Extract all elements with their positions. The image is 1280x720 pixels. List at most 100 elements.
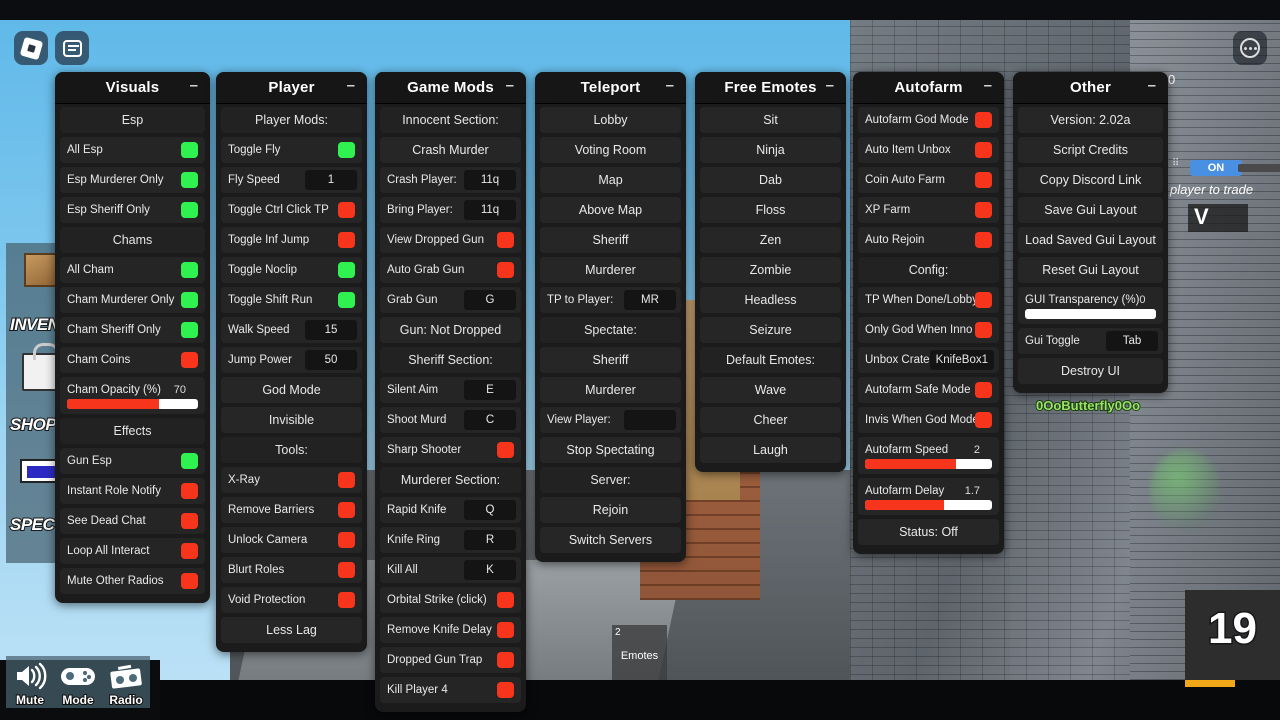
input-row-walk-speed[interactable]: Walk Speed 15 xyxy=(221,317,362,343)
chat-icon[interactable] xyxy=(55,31,89,65)
button-rejoin[interactable]: Rejoin xyxy=(540,497,681,523)
toggle-switch-toggle-noclip[interactable] xyxy=(338,262,355,278)
button-destroy-ui[interactable]: Destroy UI xyxy=(1018,358,1163,384)
button-crash-murder[interactable]: Crash Murder xyxy=(380,137,521,163)
button-voting-room[interactable]: Voting Room xyxy=(540,137,681,163)
button-ninja[interactable]: Ninja xyxy=(700,137,841,163)
drag-handle-icon[interactable]: ⠿ xyxy=(1172,158,1179,172)
toggle-switch-remove-knife-delay[interactable] xyxy=(497,622,514,638)
toggle-row-mute-other-radios[interactable]: Mute Other Radios xyxy=(60,568,205,594)
slider-track[interactable] xyxy=(67,399,198,409)
toggle-row-auto-rejoin[interactable]: Auto Rejoin xyxy=(858,227,999,253)
toggle-row-cham-murderer-only[interactable]: Cham Murderer Only xyxy=(60,287,205,313)
toggle-switch-only-god-when-inno[interactable] xyxy=(975,322,992,338)
minimize-button[interactable]: – xyxy=(1148,78,1156,93)
button-invisible[interactable]: Invisible xyxy=(221,407,362,433)
button-laugh[interactable]: Laugh xyxy=(700,437,841,463)
button-dab[interactable]: Dab xyxy=(700,167,841,193)
button-load-saved-gui-layout[interactable]: Load Saved Gui Layout xyxy=(1018,227,1163,253)
radio-button[interactable]: Radio xyxy=(102,656,150,708)
section-innocent-section[interactable]: Innocent Section: xyxy=(380,107,521,133)
panel-header[interactable]: Visuals – xyxy=(55,72,210,104)
toggle-row-autofarm-safe-mode[interactable]: Autofarm Safe Mode xyxy=(858,377,999,403)
input-knife-ring[interactable]: R xyxy=(464,530,516,550)
toggle-row-invis-when-god-mode[interactable]: Invis When God Mode xyxy=(858,407,999,433)
toggle-switch-cham-murderer-only[interactable] xyxy=(181,292,198,308)
toggle-switch-tp-when-done-lobby[interactable] xyxy=(975,292,992,308)
button-headless[interactable]: Headless xyxy=(700,287,841,313)
toggle-switch-xp-farm[interactable] xyxy=(975,202,992,218)
section-default-emotes[interactable]: Default Emotes: xyxy=(700,347,841,373)
toggle-switch-loop-all-interact[interactable] xyxy=(181,543,198,559)
toggle-row-unlock-camera[interactable]: Unlock Camera xyxy=(221,527,362,553)
button-sheriff[interactable]: Sheriff xyxy=(540,227,681,253)
input-row-kill-all[interactable]: Kill All K xyxy=(380,557,521,583)
panel-header[interactable]: Teleport – xyxy=(535,72,686,104)
panel-header[interactable]: Autofarm – xyxy=(853,72,1004,104)
toggle-switch-orbital-strike-click[interactable] xyxy=(497,592,514,608)
toggle-row-kill-player-4[interactable]: Kill Player 4 xyxy=(380,677,521,703)
input-row-rapid-knife[interactable]: Rapid Knife Q xyxy=(380,497,521,523)
section-player-mods[interactable]: Player Mods: xyxy=(221,107,362,133)
toggle-row-toggle-shift-run[interactable]: Toggle Shift Run xyxy=(221,287,362,313)
toggle-switch-toggle-shift-run[interactable] xyxy=(338,292,355,308)
toggle-switch-toggle-fly[interactable] xyxy=(338,142,355,158)
toggle-switch-unlock-camera[interactable] xyxy=(338,532,355,548)
toggle-row-gun-esp[interactable]: Gun Esp xyxy=(60,448,205,474)
input-shoot-murd[interactable]: C xyxy=(464,410,516,430)
input-row-shoot-murd[interactable]: Shoot Murd C xyxy=(380,407,521,433)
button-sit[interactable]: Sit xyxy=(700,107,841,133)
toggle-switch-dropped-gun-trap[interactable] xyxy=(497,652,514,668)
slider-track[interactable] xyxy=(865,500,992,510)
button-wave[interactable]: Wave xyxy=(700,377,841,403)
toggle-switch-invis-when-god-mode[interactable] xyxy=(975,412,992,428)
input-row-jump-power[interactable]: Jump Power 50 xyxy=(221,347,362,373)
input-walk-speed[interactable]: 15 xyxy=(305,320,357,340)
toggle-switch-mute-other-radios[interactable] xyxy=(181,573,198,589)
input-gui-toggle[interactable]: Tab xyxy=(1106,331,1158,351)
toggle-switch-instant-role-notify[interactable] xyxy=(181,483,198,499)
input-row-tp-to-player[interactable]: TP to Player: MR xyxy=(540,287,681,313)
toggle-row-sharp-shooter[interactable]: Sharp Shooter xyxy=(380,437,521,463)
panel-header[interactable]: Free Emotes – xyxy=(695,72,846,104)
input-row-unbox-crate[interactable]: Unbox Crate: KnifeBox1 xyxy=(858,347,999,373)
toggle-row-autofarm-god-mode[interactable]: Autofarm God Mode xyxy=(858,107,999,133)
button-save-gui-layout[interactable]: Save Gui Layout xyxy=(1018,197,1163,223)
slider-track[interactable] xyxy=(1025,309,1156,319)
toggle-row-toggle-ctrl-click-tp[interactable]: Toggle Ctrl Click TP xyxy=(221,197,362,223)
button-murderer[interactable]: Murderer xyxy=(540,377,681,403)
button-zen[interactable]: Zen xyxy=(700,227,841,253)
input-silent-aim[interactable]: E xyxy=(464,380,516,400)
section-murderer-section[interactable]: Murderer Section: xyxy=(380,467,521,493)
toggle-switch-all-cham[interactable] xyxy=(181,262,198,278)
toggle-switch-cham-sheriff-only[interactable] xyxy=(181,322,198,338)
input-jump-power[interactable]: 50 xyxy=(305,350,357,370)
more-options-icon[interactable] xyxy=(1233,31,1267,65)
input-kill-all[interactable]: K xyxy=(464,560,516,580)
section-tools[interactable]: Tools: xyxy=(221,437,362,463)
toggle-row-esp-murderer-only[interactable]: Esp Murderer Only xyxy=(60,167,205,193)
toggle-row-remove-knife-delay[interactable]: Remove Knife Delay xyxy=(380,617,521,643)
slider-autofarm-speed[interactable]: Autofarm Speed 2 xyxy=(858,437,999,474)
slider-autofarm-delay[interactable]: Autofarm Delay 1.7 xyxy=(858,478,999,515)
toggle-switch-auto-rejoin[interactable] xyxy=(975,232,992,248)
toggle-switch-coin-auto-farm[interactable] xyxy=(975,172,992,188)
panel-header[interactable]: Game Mods – xyxy=(375,72,526,104)
button-switch-servers[interactable]: Switch Servers xyxy=(540,527,681,553)
toggle-row-dropped-gun-trap[interactable]: Dropped Gun Trap xyxy=(380,647,521,673)
button-floss[interactable]: Floss xyxy=(700,197,841,223)
toggle-switch-toggle-inf-jump[interactable] xyxy=(338,232,355,248)
button-script-credits[interactable]: Script Credits xyxy=(1018,137,1163,163)
button-version-2-02a[interactable]: Version: 2.02a xyxy=(1018,107,1163,133)
toggle-row-xp-farm[interactable]: XP Farm xyxy=(858,197,999,223)
section-server[interactable]: Server: xyxy=(540,467,681,493)
mute-button[interactable]: Mute xyxy=(6,656,54,708)
section-spectate[interactable]: Spectate: xyxy=(540,317,681,343)
panel-header[interactable]: Other – xyxy=(1013,72,1168,104)
toggle-row-void-protection[interactable]: Void Protection xyxy=(221,587,362,613)
toggle-row-cham-sheriff-only[interactable]: Cham Sheriff Only xyxy=(60,317,205,343)
toggle-switch-cham-coins[interactable] xyxy=(181,352,198,368)
input-row-bring-player[interactable]: Bring Player: 11q xyxy=(380,197,521,223)
toggle-row-see-dead-chat[interactable]: See Dead Chat xyxy=(60,508,205,534)
input-row-crash-player[interactable]: Crash Player: 11q xyxy=(380,167,521,193)
